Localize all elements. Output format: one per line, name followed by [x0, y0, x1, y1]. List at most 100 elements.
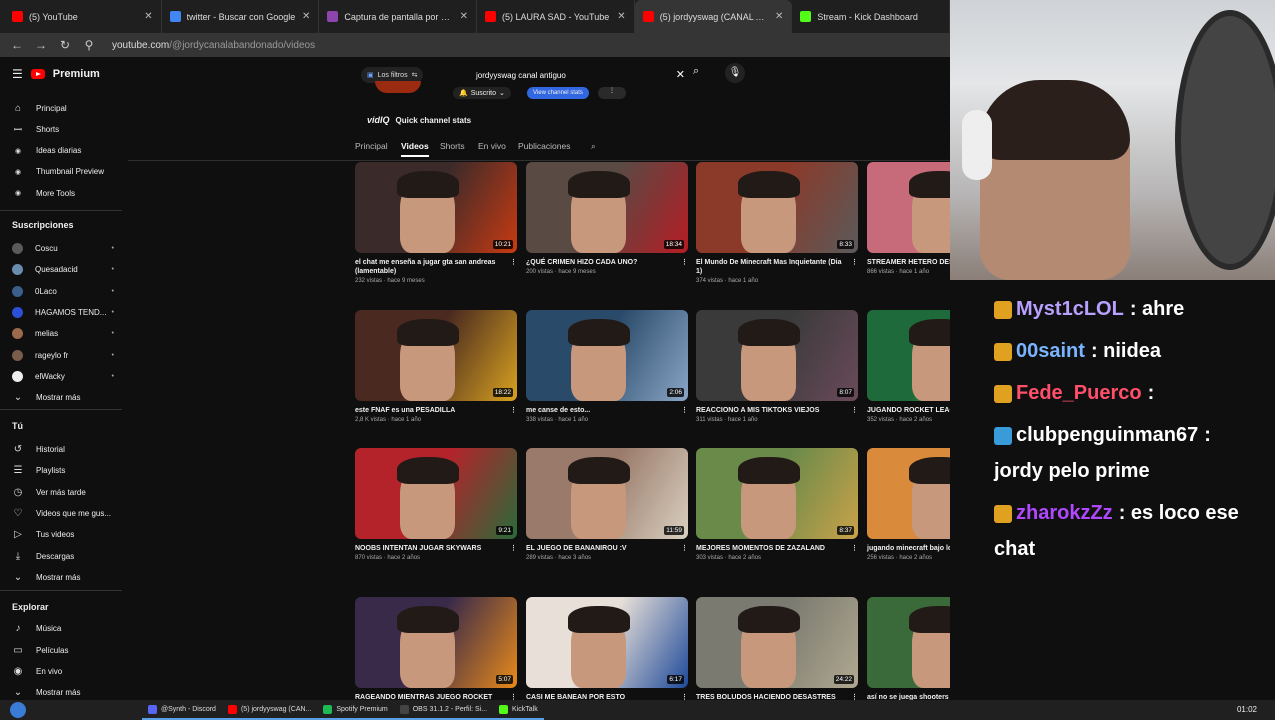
taskbar-app[interactable]: @Synth - Discord	[142, 700, 222, 720]
sidebar-item-subscription[interactable]: Coscu •	[12, 242, 114, 256]
video-title[interactable]: MEJORES MOMENTOS DE ZAZALAND ⋮	[696, 544, 858, 553]
tab-shorts[interactable]: Shorts	[440, 141, 465, 151]
sidebar-item[interactable]: ⌂ Principal	[12, 101, 112, 115]
video-card[interactable]: 8:37 MEJORES MOMENTOS DE ZAZALAND ⋮ 303 vis…	[696, 448, 858, 561]
video-card[interactable]: 9:17 jugando minecraft bajo los efectos d…	[867, 448, 950, 561]
browser-tab[interactable]: twitter - Buscar con Google ✕	[162, 0, 320, 33]
start-button-icon[interactable]	[10, 702, 26, 718]
sidebar-item[interactable]: ⤓ Descargas	[12, 549, 112, 563]
video-card[interactable]: 18:34 ¿QUÉ CRIMEN HIZO CADA UNO? ⋮ 200 vist…	[526, 162, 688, 275]
video-card[interactable]: 6:17 CASI ME BANEAN POR ESTO ⋮	[526, 597, 688, 700]
clear-search-icon[interactable]: ✕	[676, 68, 685, 81]
close-tab-icon[interactable]: ✕	[617, 11, 625, 22]
video-card[interactable]: 5:07 RAGEANDO MIENTRAS JUEGO ROCKET ⋮	[355, 597, 517, 700]
view-channel-stats-button[interactable]: View channel stats	[527, 87, 589, 99]
video-thumbnail[interactable]	[867, 162, 950, 253]
back-icon[interactable]: ←	[10, 38, 24, 52]
site-info-icon[interactable]: ⚲	[82, 38, 96, 52]
sidebar-item-subscription[interactable]: Quesadacid •	[12, 263, 114, 277]
video-title[interactable]: El Mundo De Minecraft Mas Inquietante (D…	[696, 258, 858, 276]
more-options-icon[interactable]: ⋮	[851, 406, 858, 415]
video-thumbnail[interactable]: 24:22	[696, 597, 858, 688]
close-tab-icon[interactable]: ✕	[460, 11, 468, 22]
sidebar-item[interactable]: ◉ Thumbnail Preview	[12, 165, 112, 179]
video-title[interactable]: TRES BOLUDOS HACIENDO DESASTRES ⋮	[696, 693, 858, 700]
more-options-icon[interactable]: ⋮	[681, 258, 688, 267]
taskbar-app[interactable]: Spotify Premium	[317, 700, 394, 720]
youtube-logo[interactable]: ☰ Premium	[12, 67, 100, 81]
sidebar-item[interactable]: ⌄ Mostrar más	[12, 570, 112, 584]
video-card[interactable]: 8:07 REACCIONO A MIS TIKTOKS VIEJOS ⋮ 311 v…	[696, 310, 858, 423]
video-card[interactable]: JUGANDO ROCKET LEAGUE POR $3000⋮ 352 vist…	[867, 310, 950, 423]
video-card[interactable]: 11:59 EL JUEGO DE BANANIROU :V ⋮ 289 vistas…	[526, 448, 688, 561]
video-title[interactable]: CASI ME BANEAN POR ESTO ⋮	[526, 693, 688, 700]
taskbar-app[interactable]: KickTalk	[493, 700, 544, 720]
video-thumbnail[interactable]: 10:21	[355, 162, 517, 253]
video-card[interactable]: 20:25 así no se juega shooters⋮	[867, 597, 950, 700]
video-title[interactable]: EL JUEGO DE BANANIROU :V ⋮	[526, 544, 688, 553]
quick-channel-stats[interactable]: Quick channel stats	[396, 116, 472, 125]
more-options-icon[interactable]: ⋮	[681, 693, 688, 700]
browser-tab[interactable]: (5) YouTube ✕	[4, 0, 162, 33]
video-thumbnail[interactable]: 2:06	[526, 310, 688, 401]
more-options-icon[interactable]: ⋮	[510, 693, 517, 700]
video-thumbnail[interactable]: 8:33	[696, 162, 858, 253]
more-actions-button[interactable]: ⋮	[598, 87, 626, 99]
video-title[interactable]: NOOBS INTENTAN JUGAR SKYWARS ⋮	[355, 544, 517, 553]
sidebar-item[interactable]: ◉ More Tools	[12, 186, 112, 200]
video-title[interactable]: jugando minecraft bajo los efectos de za…	[867, 544, 950, 553]
video-card[interactable]: 24:22 TRES BOLUDOS HACIENDO DESASTRES ⋮	[696, 597, 858, 700]
sidebar-item[interactable]: ▭ Películas	[12, 643, 112, 657]
more-options-icon[interactable]: ⋮	[681, 406, 688, 415]
video-card[interactable]: 18:22 este FNAF es una PESADILLA ⋮ 2,8 K vi…	[355, 310, 517, 423]
search-input[interactable]: jordyyswag canal antiguo ✕	[468, 65, 693, 85]
sidebar-item[interactable]: ♡ Videos que me gus...	[12, 507, 112, 521]
video-title[interactable]: así no se juega shooters⋮	[867, 693, 950, 700]
video-title[interactable]: el chat me enseña a jugar gta san andrea…	[355, 258, 517, 276]
video-title[interactable]: STREAMER HETERO DES MAQUILLAJE⋮	[867, 258, 950, 267]
sidebar-item-subscription[interactable]: HAGAMOS TEND... •	[12, 305, 114, 319]
video-title[interactable]: me canse de esto... ⋮	[526, 406, 688, 415]
sidebar-item-subscription[interactable]: elWacky •	[12, 369, 114, 383]
microphone-icon[interactable]: 🎙	[725, 63, 745, 83]
video-thumbnail[interactable]: 5:07	[355, 597, 517, 688]
tab-principal[interactable]: Principal	[355, 141, 388, 151]
more-options-icon[interactable]: ⋮	[681, 544, 688, 553]
tab-en-vivo[interactable]: En vivo	[478, 141, 506, 151]
tab-videos[interactable]: Videos	[401, 141, 429, 157]
video-title[interactable]: REACCIONO A MIS TIKTOKS VIEJOS ⋮	[696, 406, 858, 415]
video-card[interactable]: STREAMER HETERO DES MAQUILLAJE⋮ 866 vista…	[867, 162, 950, 275]
video-thumbnail[interactable]: 20:25	[867, 597, 950, 688]
show-more-subs[interactable]: ⌄ Mostrar más	[12, 391, 112, 405]
video-thumbnail[interactable]: 9:17	[867, 448, 950, 539]
subscriptions-header[interactable]: Suscripciones	[12, 220, 74, 230]
channel-search-icon[interactable]: ⌕	[591, 141, 596, 152]
forward-icon[interactable]: →	[34, 38, 48, 52]
close-tab-icon[interactable]: ✕	[302, 11, 310, 22]
sidebar-item[interactable]: ⌄ Mostrar más	[12, 686, 112, 700]
video-thumbnail[interactable]: 11:59	[526, 448, 688, 539]
video-thumbnail[interactable]: 8:07	[696, 310, 858, 401]
video-thumbnail[interactable]: 6:17	[526, 597, 688, 688]
more-options-icon[interactable]: ⋮	[510, 258, 517, 267]
url-field[interactable]: youtube.com/@jordycanalabandonado/videos	[112, 40, 315, 51]
more-options-icon[interactable]: ⋮	[510, 544, 517, 553]
video-title[interactable]: ¿QUÉ CRIMEN HIZO CADA UNO? ⋮	[526, 258, 688, 267]
video-thumbnail[interactable]: 8:37	[696, 448, 858, 539]
tab-publicaciones[interactable]: Publicaciones	[518, 141, 570, 151]
video-thumbnail[interactable]: 18:34	[526, 162, 688, 253]
browser-tab[interactable]: (5) LAURA SAD - YouTube ✕	[477, 0, 635, 33]
video-title[interactable]: RAGEANDO MIENTRAS JUEGO ROCKET ⋮	[355, 693, 517, 700]
video-thumbnail[interactable]: 9:21	[355, 448, 517, 539]
sidebar-item[interactable]: ◉ Ideas diarias	[12, 144, 112, 158]
video-thumbnail[interactable]	[867, 310, 950, 401]
sidebar-item-subscription[interactable]: rageylo fr •	[12, 348, 114, 362]
close-tab-icon[interactable]: ✕	[144, 11, 152, 22]
video-card[interactable]: 8:33 El Mundo De Minecraft Mas Inquietant…	[696, 162, 858, 284]
taskbar-app[interactable]: (5) jordyyswag (CAN...	[221, 700, 318, 720]
search-icon[interactable]: ⌕	[693, 65, 701, 78]
more-options-icon[interactable]: ⋮	[851, 693, 858, 700]
browser-tab[interactable]: (5) jordyyswag (CANAL ABAND ✕	[634, 0, 793, 33]
sidebar-item[interactable]: ◷ Ver más tarde	[12, 485, 112, 499]
more-options-icon[interactable]: ⋮	[510, 406, 517, 415]
